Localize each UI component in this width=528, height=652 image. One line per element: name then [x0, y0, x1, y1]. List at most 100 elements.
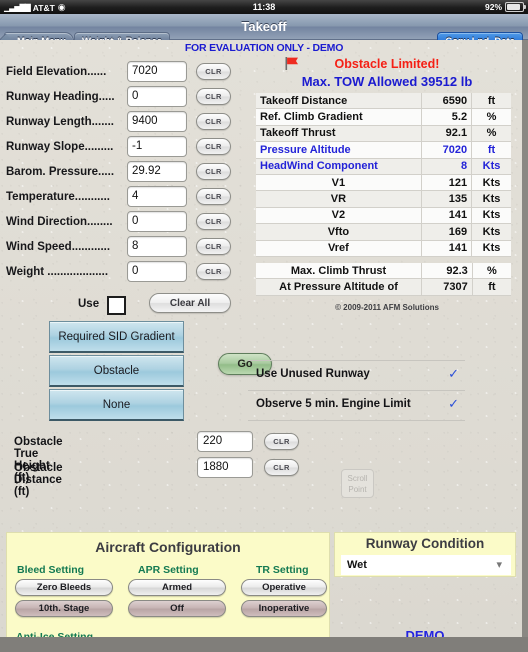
table-row: V1 121 Kts: [256, 174, 511, 192]
label-field-elevation: Field Elevation......: [6, 66, 107, 78]
label-wind-speed: Wind Speed............: [6, 241, 111, 253]
input-runway-slope[interactable]: -1: [127, 136, 187, 157]
result-label: HeadWind Component: [256, 158, 422, 175]
label-runway-slope: Runway Slope.........: [6, 141, 114, 153]
label-runway-length: Runway Length.......: [6, 116, 114, 128]
result-unit: ft: [471, 93, 511, 110]
runway-condition-select[interactable]: Wet ▾: [341, 555, 511, 575]
result-value: 135: [420, 190, 472, 208]
clear-button-barom-pressure[interactable]: CLR: [196, 163, 231, 180]
option-use-unused-runway[interactable]: Use Unused Runway ✓: [248, 361, 465, 390]
result-label: At Pressure Altitude of: [256, 278, 422, 296]
result-value: 92.1: [420, 125, 472, 143]
result-label: Takeoff Distance: [256, 93, 422, 110]
table-row: HeadWind Component 8 Kts: [256, 158, 511, 175]
input-runway-heading[interactable]: 0: [127, 86, 187, 107]
table-row: Vfto 169 Kts: [256, 223, 511, 241]
result-value: 141: [420, 207, 472, 225]
result-unit: ft: [471, 141, 511, 159]
climb-thrust-table: Max. Climb Thrust 92.3 % At Pressure Alt…: [256, 262, 511, 296]
clear-button-obstacle-true-height[interactable]: CLR: [264, 433, 299, 450]
max-tow-unit: lb: [460, 74, 473, 89]
result-value: 8: [420, 158, 472, 175]
button-apr-off[interactable]: Off: [128, 600, 226, 617]
result-value: 7020: [420, 141, 472, 159]
input-weight[interactable]: 0: [127, 261, 187, 282]
button-tr-inoperative[interactable]: Inoperative: [241, 600, 327, 617]
clear-all-button[interactable]: Clear All: [149, 293, 231, 313]
clear-button-temperature[interactable]: CLR: [196, 188, 231, 205]
input-field-elevation[interactable]: 7020: [127, 61, 187, 82]
clear-button-wind-speed[interactable]: CLR: [196, 238, 231, 255]
evaluation-header: FOR EVALUATION ONLY - DEMO: [184, 42, 344, 54]
app-root: ▁▃▅▇▇ AT&T ◉ 11:38 92% Main Menu Weight …: [0, 0, 528, 652]
option-observe-5-min-engine-limit[interactable]: Observe 5 min. Engine Limit ✓: [248, 391, 465, 420]
table-row: Ref. Climb Gradient 5.2 %: [256, 108, 511, 126]
result-value: 7307: [421, 278, 473, 296]
divider: [248, 420, 465, 421]
label-temperature: Temperature...........: [6, 191, 110, 203]
use-checkbox[interactable]: [107, 296, 126, 315]
clear-button-weight[interactable]: CLR: [196, 263, 231, 280]
label-runway-heading: Runway Heading.....: [6, 91, 115, 103]
status-bar: ▁▃▅▇▇ AT&T ◉ 11:38 92%: [0, 0, 528, 14]
result-label: Takeoff Thrust: [256, 125, 422, 143]
scroll-point-button[interactable]: Scroll Point: [341, 469, 374, 498]
group-title-bleed-setting: Bleed Setting: [17, 564, 85, 576]
result-unit: %: [471, 125, 511, 143]
result-unit: Kts: [471, 223, 511, 241]
result-unit: Kts: [471, 207, 511, 225]
result-unit: Kts: [471, 174, 511, 192]
runway-condition-value: Wet: [347, 559, 367, 571]
segment-required-sid-gradient[interactable]: Required SID Gradient: [49, 321, 184, 353]
obstacle-limited-text: Obstacle Limited!: [334, 57, 440, 71]
result-unit: %: [471, 262, 511, 280]
aircraft-configuration-panel: Aircraft Configuration Bleed Setting Zer…: [6, 532, 330, 652]
clear-button-runway-heading[interactable]: CLR: [196, 88, 231, 105]
clear-button-wind-direction[interactable]: CLR: [196, 213, 231, 230]
input-obstacle-distance[interactable]: 1880: [197, 457, 253, 478]
input-obstacle-true-height[interactable]: 220: [197, 431, 253, 452]
input-wind-direction[interactable]: 0: [127, 211, 187, 232]
result-label: Pressure Altitude: [256, 141, 422, 159]
button-apr-armed[interactable]: Armed: [128, 579, 226, 596]
results-panel: Obstacle Limited! Max. TOW Allowed 39512…: [256, 56, 518, 312]
navigation-bar: Main Menu Weight & Balance Takeoff Copy …: [0, 14, 528, 50]
max-tow-line: Max. TOW Allowed 39512 lb: [256, 73, 518, 90]
options-list: Use Unused Runway ✓ Observe 5 min. Engin…: [248, 360, 465, 421]
clear-button-runway-length[interactable]: CLR: [196, 113, 231, 130]
segment-none[interactable]: None: [49, 389, 184, 421]
result-label: V1: [256, 174, 422, 192]
input-barom-pressure[interactable]: 29.92: [127, 161, 187, 182]
table-row: Vref 141 Kts: [256, 240, 511, 257]
results-table: Takeoff Distance 6590 ft Ref. Climb Grad…: [256, 93, 511, 257]
clear-button-runway-slope[interactable]: CLR: [196, 138, 231, 155]
label-weight: Weight ...................: [6, 266, 109, 278]
gradient-mode-segmented-control: Required SID Gradient Obstacle None: [49, 321, 184, 423]
content-area: FOR EVALUATION ONLY - DEMO Field Elevati…: [0, 40, 528, 652]
result-value: 92.3: [421, 262, 473, 280]
result-unit: Kts: [471, 240, 511, 257]
button-tr-operative[interactable]: Operative: [241, 579, 327, 596]
status-bar-clock: 11:38: [252, 2, 276, 12]
chevron-down-icon: ▾: [496, 559, 502, 571]
result-label: Ref. Climb Gradient: [256, 108, 422, 126]
button-10th-stage[interactable]: 10th. Stage: [15, 600, 113, 617]
input-wind-speed[interactable]: 8: [127, 236, 187, 257]
clear-button-obstacle-distance[interactable]: CLR: [264, 459, 299, 476]
segment-obstacle[interactable]: Obstacle: [49, 355, 184, 387]
bottom-bar: [0, 637, 528, 652]
input-runway-length[interactable]: 9400: [127, 111, 187, 132]
table-row: Max. Climb Thrust 92.3 %: [256, 262, 511, 280]
battery-percent-label: 92%: [484, 2, 502, 12]
result-label: VR: [256, 190, 422, 208]
max-tow-label: Max. TOW Allowed: [301, 74, 418, 89]
result-unit: %: [471, 108, 511, 126]
scroll-point-line2: Point: [348, 485, 367, 494]
input-temperature[interactable]: 4: [127, 186, 187, 207]
button-zero-bleeds[interactable]: Zero Bleeds: [15, 579, 113, 596]
clear-button-field-elevation[interactable]: CLR: [196, 63, 231, 80]
label-obstacle-distance: Obstacle Distance (ft): [14, 462, 63, 498]
result-unit: ft: [471, 278, 511, 296]
table-row: Pressure Altitude 7020 ft: [256, 141, 511, 159]
